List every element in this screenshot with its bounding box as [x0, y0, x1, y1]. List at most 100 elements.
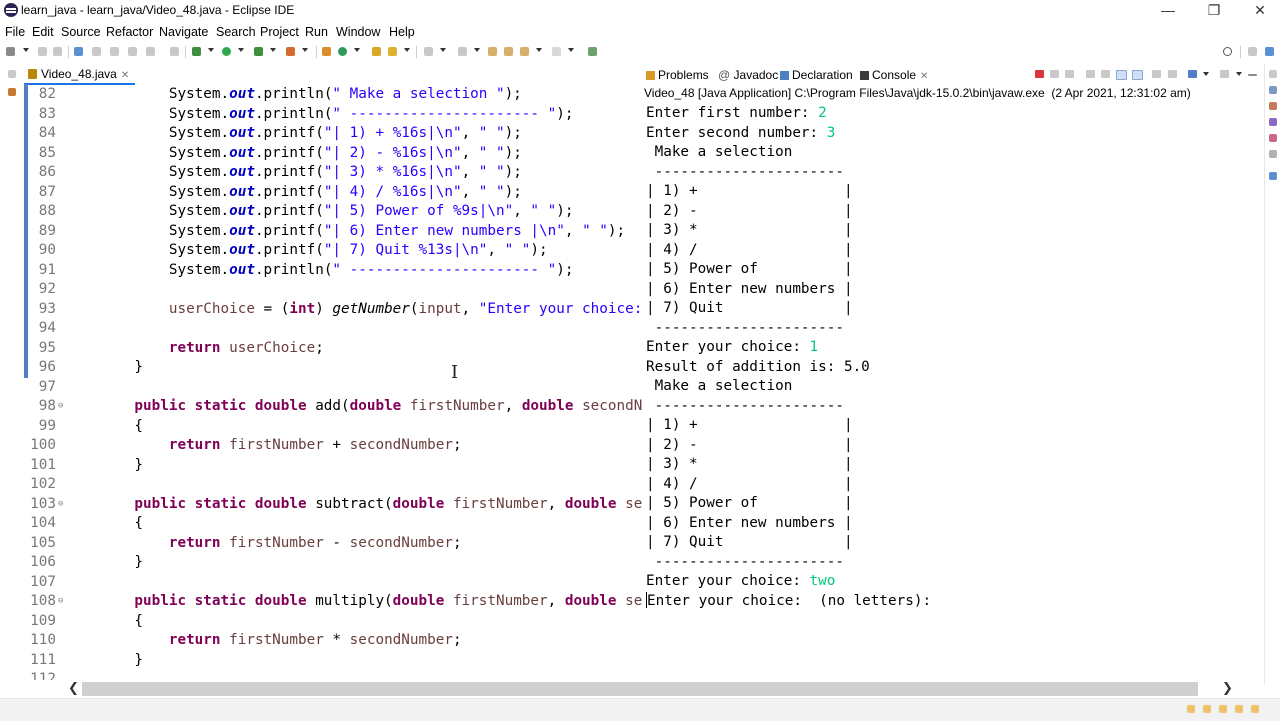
- line-number: 83: [38, 105, 56, 122]
- menu-window[interactable]: Window: [336, 25, 380, 39]
- code-text: public static double subtract(double fir…: [100, 495, 642, 512]
- minimize-button[interactable]: —: [1145, 0, 1191, 22]
- open-type-icon[interactable]: [372, 47, 381, 56]
- status-icon-4[interactable]: [1235, 705, 1243, 713]
- bookmarks-icon[interactable]: [1269, 150, 1277, 158]
- new-package-icon[interactable]: [338, 47, 347, 56]
- code-text: System.out.println(" -------------------…: [100, 261, 574, 278]
- line-number: 109: [30, 612, 56, 629]
- external-tools-icon[interactable]: [286, 47, 295, 56]
- pin-editor-icon[interactable]: [588, 47, 597, 56]
- remove-launch-icon[interactable]: [1050, 70, 1059, 78]
- fold-toggle-icon[interactable]: ⊖: [58, 397, 63, 417]
- display-console-icon[interactable]: [1168, 70, 1177, 78]
- line-number: 91: [38, 261, 56, 278]
- menu-search[interactable]: Search: [216, 25, 256, 39]
- last-edit-icon[interactable]: [488, 47, 497, 56]
- code-text: System.out.printf("| 6) Enter new number…: [100, 222, 626, 239]
- run-dropdown-icon[interactable]: [238, 48, 244, 52]
- remove-all-icon[interactable]: [1065, 70, 1074, 78]
- task-list-icon[interactable]: [1269, 102, 1277, 110]
- menu-project[interactable]: Project: [260, 25, 299, 39]
- terminal-icon[interactable]: [74, 47, 83, 56]
- java-perspective-icon[interactable]: [1265, 47, 1274, 56]
- hierarchy-icon[interactable]: [1269, 118, 1277, 126]
- user-input: two: [809, 573, 836, 589]
- forward-icon[interactable]: [552, 47, 561, 56]
- console-line: | 2) - |: [646, 202, 853, 219]
- open-perspective-icon[interactable]: [1248, 47, 1257, 56]
- menu-source[interactable]: Source: [61, 25, 101, 39]
- menu-run[interactable]: Run: [305, 25, 328, 39]
- status-icon-1[interactable]: [1187, 705, 1195, 713]
- whitespace-icon[interactable]: [146, 47, 155, 56]
- console-output[interactable]: Enter first number: 2 Enter second number…: [644, 104, 1254, 664]
- back-icon[interactable]: [504, 47, 513, 56]
- scrollbar-thumb[interactable]: [82, 682, 1198, 696]
- horizontal-scrollbar[interactable]: ❮ ❯: [64, 680, 1240, 698]
- clear-console-icon[interactable]: [1086, 70, 1095, 78]
- console-line: | 3) * |: [646, 222, 853, 238]
- tab-console[interactable]: Console ✕: [860, 68, 928, 82]
- scroll-left-icon[interactable]: ❮: [68, 680, 79, 696]
- menu-refactor[interactable]: Refactor: [106, 25, 153, 39]
- tab-close-icon[interactable]: ✕: [121, 70, 129, 81]
- close-button[interactable]: ✕: [1237, 0, 1280, 22]
- minimize-view-icon[interactable]: [1248, 74, 1257, 76]
- toggle-icon[interactable]: [92, 47, 101, 56]
- run-icon[interactable]: [222, 47, 231, 56]
- menu-help[interactable]: Help: [389, 25, 415, 39]
- package-explorer-icon[interactable]: [8, 88, 16, 96]
- status-icon-2[interactable]: [1203, 705, 1211, 713]
- fold-toggle-icon[interactable]: ⊖: [58, 495, 63, 515]
- status-icon-3[interactable]: [1219, 705, 1227, 713]
- terminate-icon[interactable]: [1035, 70, 1044, 78]
- code-editor[interactable]: 82 System.out.println(" Make a selection…: [22, 84, 642, 680]
- debug-icon[interactable]: [192, 47, 201, 56]
- outline-icon[interactable]: [1269, 86, 1277, 94]
- restore-view-icon[interactable]: [8, 70, 16, 78]
- mark-occurrences-icon[interactable]: [110, 47, 119, 56]
- pin-console-icon[interactable]: [1152, 70, 1161, 78]
- menu-edit[interactable]: Edit: [32, 25, 54, 39]
- back-arrow-icon[interactable]: [520, 47, 529, 56]
- open-console-icon[interactable]: [1188, 70, 1197, 78]
- console-tab-close-icon[interactable]: ✕: [920, 71, 928, 82]
- block-selection-icon[interactable]: [128, 47, 137, 56]
- menu-file[interactable]: File: [5, 25, 25, 39]
- coverage-icon[interactable]: [254, 47, 263, 56]
- tab-problems[interactable]: Problems: [646, 68, 709, 82]
- new-java-project-icon[interactable]: [322, 47, 331, 56]
- tab-javadoc[interactable]: @ Javadoc: [718, 68, 778, 82]
- tab-declaration[interactable]: Declaration: [780, 68, 853, 82]
- code-text: System.out.printf("| 3) * %16s|\n", " ")…: [100, 164, 522, 180]
- word-wrap-icon[interactable]: [1116, 70, 1127, 80]
- save-icon[interactable]: [38, 47, 47, 56]
- tab-problems-label: Problems: [658, 68, 709, 82]
- next-annotation-icon[interactable]: [424, 47, 433, 56]
- tab-video-48-java[interactable]: Video_48.java ✕: [24, 66, 136, 85]
- new-console-icon[interactable]: [1220, 70, 1229, 78]
- previous-annotation-icon[interactable]: [458, 47, 467, 56]
- show-source-icon[interactable]: [170, 47, 179, 56]
- search-toolbar-icon[interactable]: [388, 47, 397, 56]
- fold-toggle-icon[interactable]: ⊖: [58, 592, 63, 612]
- scroll-right-icon[interactable]: ❯: [1222, 680, 1233, 696]
- console-trim-icon[interactable]: [1269, 172, 1277, 180]
- status-icon-5[interactable]: [1251, 705, 1259, 713]
- restore-right-icon[interactable]: [1269, 70, 1277, 78]
- scroll-lock-icon[interactable]: [1101, 70, 1110, 78]
- restore-button[interactable]: ❐: [1191, 0, 1237, 22]
- line-number: 107: [30, 573, 56, 590]
- console-line: Enter your choice: 1: [646, 339, 819, 355]
- show-console-icon[interactable]: [1132, 70, 1143, 80]
- line-number: 82: [38, 86, 56, 102]
- new-icon[interactable]: [6, 47, 15, 56]
- save-all-icon[interactable]: [53, 47, 62, 56]
- call-hierarchy-icon[interactable]: [1269, 134, 1277, 142]
- search-icon[interactable]: [1223, 47, 1232, 56]
- console-line: | 6) Enter new numbers |: [646, 280, 853, 297]
- view-menu-icon[interactable]: [1203, 72, 1209, 76]
- menu-navigate[interactable]: Navigate: [159, 25, 208, 39]
- new-dropdown-icon[interactable]: [23, 48, 29, 52]
